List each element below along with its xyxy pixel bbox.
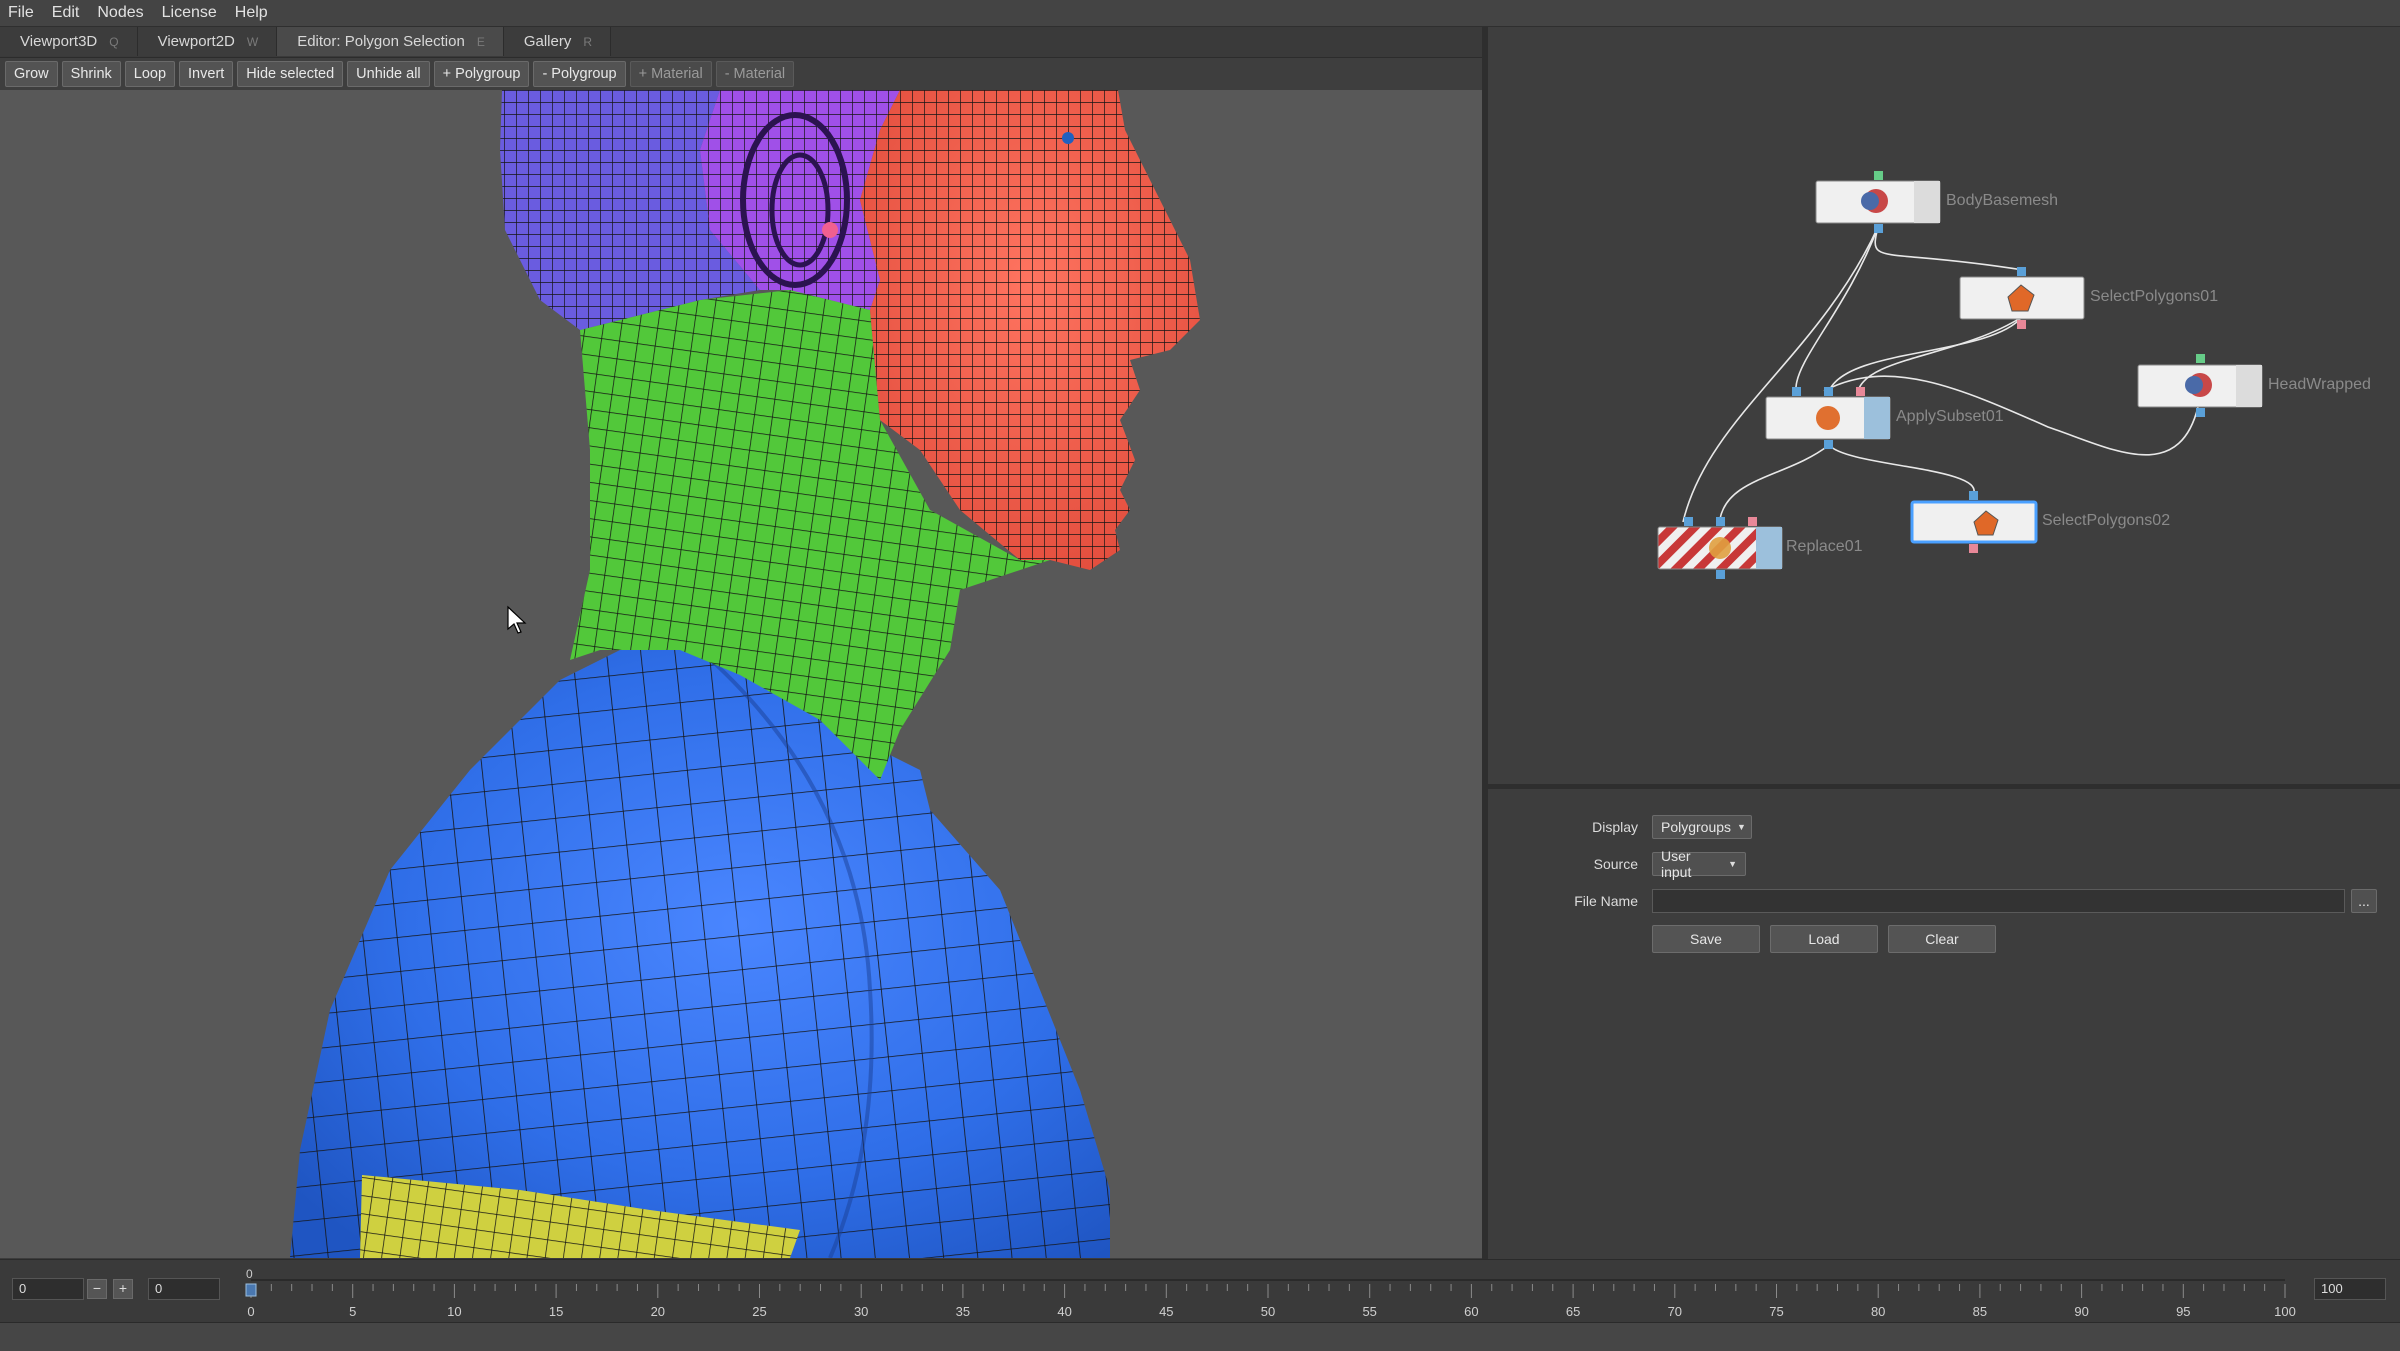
- tab-hotkey: W: [246, 34, 259, 49]
- current-frame-field[interactable]: 0: [148, 1278, 220, 1300]
- browse-button[interactable]: ...: [2351, 889, 2377, 913]
- timeline-tick-label: 65: [1566, 1304, 1580, 1319]
- node-head-wrapped[interactable]: [2137, 354, 2263, 417]
- node-select-polygons-02[interactable]: [1910, 491, 2038, 553]
- frame-decrement-button[interactable]: −: [87, 1279, 107, 1299]
- grow-button[interactable]: Grow: [5, 61, 58, 87]
- timeline-tick-label: 35: [956, 1304, 970, 1319]
- timeline-tick-label: 0: [247, 1304, 254, 1319]
- tab-viewport2d[interactable]: Viewport2D W: [137, 27, 278, 56]
- unhide-all-button[interactable]: Unhide all: [347, 61, 430, 87]
- tab-bar: Viewport3D Q Viewport2D W Editor: Polygon …: [0, 27, 1482, 58]
- filename-label: File Name: [1574, 893, 1638, 909]
- status-bar: [0, 1322, 2400, 1351]
- node-label-select-polygons-02: SelectPolygons02: [2042, 512, 2171, 529]
- polygon-selection-viewport[interactable]: [0, 90, 1482, 1258]
- node-apply-subset-01[interactable]: [1765, 387, 1891, 449]
- node-replace-01[interactable]: [1657, 517, 1783, 579]
- timeline-tick-label: 50: [1261, 1304, 1275, 1319]
- tab-hotkey: Q: [109, 34, 119, 49]
- frame-increment-button[interactable]: +: [113, 1279, 133, 1299]
- timeline: 0 − + 0 100 0 5 10 15 20 25 30 35 40 45 50 55 60 65 70…: [0, 1259, 2400, 1323]
- timeline-tick-label: 70: [1668, 1304, 1682, 1319]
- timeline-tick-label: 40: [1057, 1304, 1071, 1319]
- invert-button[interactable]: Invert: [179, 61, 234, 87]
- display-label: Display: [1592, 819, 1638, 835]
- selection-toolbar: Grow Shrink Loop Invert Hide selected Un…: [0, 58, 1487, 90]
- source-dropdown[interactable]: User input ▼: [1652, 848, 1746, 880]
- mesh-render[interactable]: [0, 90, 1482, 1258]
- shrink-button[interactable]: Shrink: [61, 61, 121, 87]
- playhead-handle[interactable]: [245, 1283, 257, 1297]
- menu-file[interactable]: File: [0, 0, 43, 26]
- filename-field[interactable]: [1652, 889, 2345, 913]
- timeline-tick-label: 20: [651, 1304, 665, 1319]
- chevron-down-icon: ▼: [1728, 859, 1737, 869]
- loop-button[interactable]: Loop: [124, 61, 176, 87]
- add-material-button[interactable]: + Material: [629, 61, 712, 87]
- properties-panel: Display Polygroups ▼ Source User input ▼ F…: [1488, 789, 2400, 1259]
- tab-hotkey: R: [583, 34, 593, 49]
- remove-material-button[interactable]: - Material: [715, 61, 795, 87]
- tab-hotkey: E: [476, 34, 485, 49]
- node-label-body-basemesh: BodyBasemesh: [1946, 192, 2059, 209]
- timeline-tick-label: 60: [1464, 1304, 1478, 1319]
- timeline-tick-label: 15: [549, 1304, 563, 1319]
- timeline-tick-label: 30: [854, 1304, 868, 1319]
- timeline-tick-label: 85: [1973, 1304, 1987, 1319]
- timeline-tick-label: 75: [1769, 1304, 1783, 1319]
- tab-gallery[interactable]: Gallery R: [503, 27, 612, 56]
- tab-label: Gallery: [523, 33, 572, 50]
- menu-nodes[interactable]: Nodes: [88, 0, 152, 26]
- chevron-down-icon: ▼: [1737, 822, 1746, 832]
- node-label-head-wrapped: HeadWrapped: [2268, 376, 2371, 393]
- timeline-tick-label: 95: [2176, 1304, 2190, 1319]
- node-graph[interactable]: BodyBasemesh SelectPolygons01 HeadWrappe…: [1488, 27, 2400, 784]
- hide-selected-button[interactable]: Hide selected: [237, 61, 344, 87]
- remove-polygroup-button[interactable]: - Polygroup: [533, 61, 626, 87]
- node-body-basemesh[interactable]: [1815, 171, 1941, 233]
- node-connections: [1682, 226, 2199, 523]
- tab-viewport3d[interactable]: Viewport3D Q: [0, 27, 138, 56]
- tab-label: Viewport2D: [157, 33, 235, 50]
- start-frame-field[interactable]: 0: [12, 1278, 84, 1300]
- menu-license[interactable]: License: [153, 0, 226, 26]
- timeline-tick-label: 90: [2074, 1304, 2088, 1319]
- timeline-scrubber[interactable]: 0 5 10 15 20 25 30 35 40 45 50 55 60 65 70 75 80 85 90 95 10…: [0, 1260, 2400, 1323]
- source-label: Source: [1593, 856, 1638, 872]
- node-select-polygons-01[interactable]: [1959, 267, 2085, 329]
- display-value: Polygroups: [1661, 819, 1732, 835]
- mouse-cursor-icon: [507, 605, 527, 634]
- add-polygroup-button[interactable]: + Polygroup: [433, 61, 530, 87]
- timeline-tick-label: 10: [447, 1304, 461, 1319]
- node-label-replace-01: Replace01: [1786, 538, 1863, 555]
- node-label-apply-subset-01: ApplySubset01: [1896, 408, 2004, 425]
- polygroup-blue-torso: [290, 648, 1110, 1258]
- display-dropdown[interactable]: Polygroups ▼: [1652, 815, 1752, 839]
- tab-label: Viewport3D: [20, 33, 98, 50]
- menu-edit[interactable]: Edit: [43, 0, 89, 26]
- tab-label: Editor: Polygon Selection: [297, 33, 465, 50]
- timeline-tick-label: 25: [752, 1304, 766, 1319]
- timeline-tick-label: 100: [2274, 1304, 2296, 1319]
- timeline-tick-label: 80: [1871, 1304, 1885, 1319]
- timeline-tick-label: 55: [1362, 1304, 1376, 1319]
- timeline-tick-label: 5: [349, 1304, 356, 1319]
- source-value: User input: [1661, 848, 1692, 880]
- clear-button[interactable]: Clear: [1888, 925, 1996, 953]
- timeline-tick-label: 45: [1159, 1304, 1173, 1319]
- menu-help[interactable]: Help: [226, 0, 277, 26]
- playhead-frame-label: 0: [246, 1267, 253, 1281]
- node-graph-canvas[interactable]: [1488, 27, 2400, 784]
- load-button[interactable]: Load: [1770, 925, 1878, 953]
- node-label-select-polygons-01: SelectPolygons01: [2090, 288, 2219, 305]
- menu-bar: File Edit Nodes License Help: [0, 0, 2400, 27]
- tab-editor-polygon-selection[interactable]: Editor: Polygon Selection E: [277, 27, 504, 56]
- end-frame-field[interactable]: 100: [2314, 1278, 2386, 1300]
- save-button[interactable]: Save: [1652, 925, 1760, 953]
